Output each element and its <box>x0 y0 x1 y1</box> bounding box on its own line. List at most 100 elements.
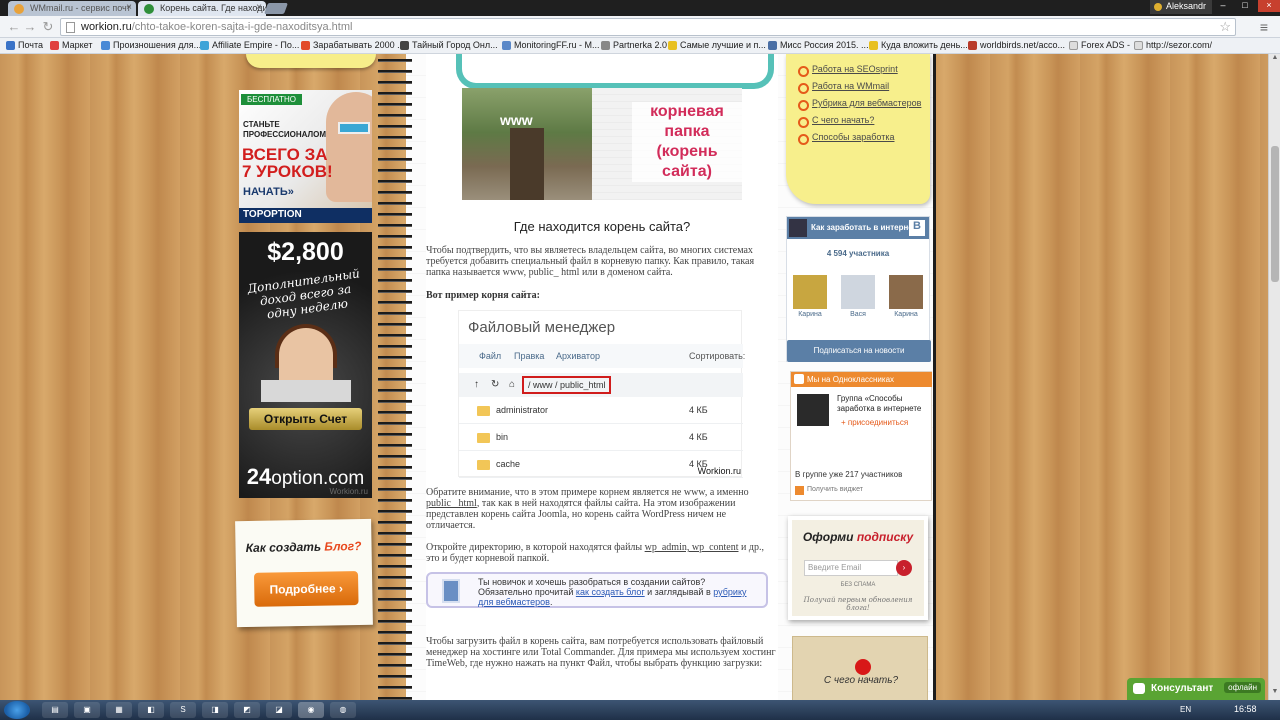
24option-ad-banner[interactable]: $2,800 Дополнительный доход всего за одн… <box>239 232 372 498</box>
get-widget-link[interactable]: Получить виджет <box>795 486 863 495</box>
minimize-button[interactable]: – <box>1212 0 1234 12</box>
open-account-button[interactable]: Открыть Счет <box>249 408 362 430</box>
bookmark-item[interactable]: Куда вложить день... <box>869 40 968 50</box>
vk-member-count: 4 594 участника <box>826 249 890 258</box>
vk-member[interactable]: Карина <box>793 275 827 318</box>
avatar <box>793 275 827 309</box>
language-indicator[interactable]: EN <box>1180 705 1191 714</box>
group-avatar[interactable] <box>797 394 829 426</box>
page-icon <box>66 22 75 33</box>
bookmark-item[interactable]: Самые лучшие и п... <box>668 40 766 50</box>
vk-widget: Как заработать в интерне... В 4 594 учас… <box>786 216 931 362</box>
bookmark-item[interactable]: Affiliate Empire - По... <box>200 40 299 50</box>
odnoklassniki-widget: Мы на Одноклассниках Группа «Способы зар… <box>790 371 932 501</box>
sidebar-link[interactable]: С чего начать? <box>798 115 921 128</box>
wp-folders-link[interactable]: wp_admin, wp_content <box>645 542 739 553</box>
bookmark-star-icon[interactable]: ☆ <box>1219 19 1231 35</box>
tab-wmmail[interactable]: WMmail.ru - сервис почт × <box>8 1 136 16</box>
bookmark-item[interactable]: MonitoringFF.ru - M... <box>502 40 600 50</box>
fm-path-highlight: / www / public_html <box>522 376 611 394</box>
clock[interactable]: 16:58 <box>1234 704 1257 714</box>
app-icon[interactable]: ◍ <box>330 702 356 718</box>
vk-logo-icon: В <box>909 220 925 236</box>
close-icon[interactable]: × <box>256 2 262 13</box>
folder-icon <box>477 460 490 470</box>
bookmark-item[interactable]: Мисс Россия 2015. ... <box>768 40 869 50</box>
avatar <box>841 275 875 309</box>
bookmark-item[interactable]: Зарабатывать 2000 ... <box>301 40 405 50</box>
vk-group-title[interactable]: Как заработать в интерне... <box>811 223 919 232</box>
bookmark-item[interactable]: worldbirds.net/acco... <box>968 40 1065 50</box>
tip-text: Ты новичок и хочешь разобраться в создан… <box>478 577 747 607</box>
vk-icon <box>768 41 777 50</box>
how-to-create-blog-link[interactable]: как создать блог <box>576 587 645 597</box>
market-icon <box>50 41 59 50</box>
avatar <box>889 275 923 309</box>
chrome-icon[interactable]: ◉ <box>298 702 324 718</box>
vk-member[interactable]: Вася <box>841 275 875 318</box>
app-icon[interactable]: ◪ <box>266 702 292 718</box>
file-manager-screenshot: Файловый менеджер Файл Правка Архиватор … <box>458 310 745 478</box>
forward-button[interactable]: → <box>22 19 38 35</box>
ok-group-name[interactable]: Группа «Способы заработка в интернете <box>837 394 931 414</box>
profile-button[interactable]: Aleksandr <box>1149 0 1212 14</box>
more-details-button[interactable]: Подробнее › <box>253 571 359 607</box>
app-icon[interactable]: ◨ <box>202 702 228 718</box>
fm-menu-item: Правка <box>514 351 545 361</box>
create-blog-card: Как создать Блог? Подробнее › <box>235 518 373 628</box>
maximize-button[interactable]: □ <box>1234 0 1256 12</box>
vk-member[interactable]: Карина <box>889 275 923 318</box>
new-tab-button[interactable] <box>263 3 289 14</box>
bookmark-icon <box>668 41 677 50</box>
fm-menu-item: Файл <box>479 351 502 361</box>
sidebar-link[interactable]: Работа на WMmail <box>798 81 921 94</box>
bookmark-item[interactable]: Forex ADS - <box>1069 40 1130 50</box>
app-icon[interactable]: ▣ <box>74 702 100 718</box>
fm-menu-bar: Файл Правка Архиватор Сортировать: <box>459 344 745 368</box>
app-icon[interactable]: ◩ <box>234 702 260 718</box>
app-icon[interactable]: ◧ <box>138 702 164 718</box>
tab-workion[interactable]: Корень сайта. Где находи × <box>138 1 266 16</box>
address-bar[interactable]: workion.ru/chto-takoe-koren-sajta-i-gde-… <box>60 18 1236 36</box>
bookmark-item[interactable]: Произношения для... <box>101 40 201 50</box>
folder-icon[interactable]: ▦ <box>106 702 132 718</box>
explorer-icon[interactable]: ▤ <box>42 702 68 718</box>
window-close-button[interactable]: × <box>1258 0 1280 12</box>
no-spam-note: БЕЗ СПАМА <box>840 582 876 588</box>
sidebar-link[interactable]: Рубрика для вебмастеров <box>798 98 921 111</box>
vk-subscribe-button[interactable]: Подписаться на новости <box>787 340 931 362</box>
sidebar-link[interactable]: Способы заработка <box>798 132 921 145</box>
file-name: cache <box>496 459 521 469</box>
reload-button[interactable]: ↻ <box>40 19 56 35</box>
tab-title: WMmail.ru - сервис почт <box>30 3 131 13</box>
bookmark-item[interactable]: http://sezor.com/ <box>1134 40 1212 50</box>
scroll-up-icon[interactable]: ▲ <box>1269 54 1280 66</box>
bookmark-item[interactable]: Маркет <box>50 40 92 50</box>
back-button[interactable]: ← <box>6 19 22 35</box>
browser-toolbar: ← → ↻ workion.ru/chto-takoe-koren-sajta-… <box>0 16 1280 38</box>
paragraph: Чтобы загрузить файл в корень сайта, вам… <box>426 636 776 669</box>
tab-title: Корень сайта. Где находи <box>160 3 266 13</box>
bookmark-item[interactable]: Почта <box>6 40 43 50</box>
page-viewport: БЕСПЛАТНО СТАНЬТЕ ПРОФЕССИОНАЛОМ ВСЕГО З… <box>0 54 1280 700</box>
start-button[interactable] <box>4 701 30 719</box>
scroll-down-icon[interactable]: ▼ <box>1269 688 1280 700</box>
public-html-link[interactable]: public_ html <box>426 498 477 509</box>
ad-amount: $2,800 <box>267 238 344 266</box>
bookmark-item[interactable]: Partnerka 2.0 <box>601 40 667 50</box>
browser-menu-icon[interactable]: ≡ <box>1256 19 1272 35</box>
url-host: workion.ru <box>81 21 132 33</box>
scroll-thumb[interactable] <box>1271 146 1279 282</box>
ok-join-link[interactable]: + присоединиться <box>841 418 908 427</box>
sidebar-link[interactable]: Работа на SEOsprint <box>798 64 921 77</box>
email-field[interactable]: Введите Email <box>804 560 898 576</box>
submit-arrow-button[interactable]: › <box>896 560 912 576</box>
skype-icon[interactable]: S <box>170 702 196 718</box>
page-scrollbar[interactable]: ▲ ▼ <box>1268 54 1280 700</box>
close-icon[interactable]: × <box>126 2 132 13</box>
bookmark-item[interactable]: Тайный Город Онл... <box>400 40 498 50</box>
card-text: С чего начать? <box>823 675 899 686</box>
topoption-ad-banner[interactable]: БЕСПЛАТНО СТАНЬТЕ ПРОФЕССИОНАЛОМ ВСЕГО З… <box>239 90 372 223</box>
consultant-chat-button[interactable]: Консультант офлайн <box>1127 678 1265 700</box>
pushpin-icon <box>855 659 871 675</box>
